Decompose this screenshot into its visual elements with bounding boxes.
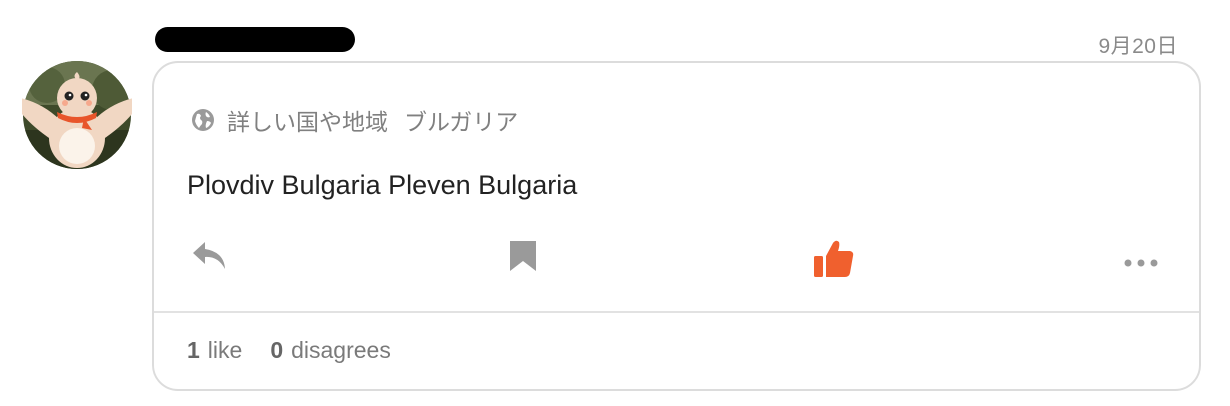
divider [154,311,1199,313]
username-redacted [155,27,355,52]
post-card: 詳しい国や地域 ブルガリア Plovdiv Bulgaria Pleven Bu… [152,61,1201,391]
disagree-stat[interactable]: 0 disagrees [270,337,391,364]
like-count: 1 [187,337,200,363]
like-label: like [207,337,243,363]
post-category: 詳しい国や地域 ブルガリア [191,103,518,137]
category-value[interactable]: ブルガリア [404,103,518,137]
avatar[interactable] [10,60,144,170]
post-date: 9月20日 [1098,35,1178,58]
bookmark-button[interactable] [508,239,538,278]
post-container: 9月20日 詳しい国や地域 ブルガリア Plovdiv Bulgaria Ple… [0,0,1230,406]
disagree-count: 0 [270,337,284,363]
more-icon [1124,259,1158,267]
globe-icon [192,109,214,131]
disagree-label: disagrees [291,337,391,363]
action-bar [154,239,1199,289]
bookmark-icon [510,241,536,271]
like-button[interactable] [812,239,856,284]
post-stats: 1 like 0 disagrees [187,337,391,364]
thumbs-up-icon [814,240,854,277]
more-button[interactable] [1123,255,1159,273]
category-label: 詳しい国や地域 [227,109,388,135]
like-stat[interactable]: 1 like [187,337,242,364]
reply-button[interactable] [191,239,229,278]
post-content: Plovdiv Bulgaria Pleven Bulgaria [187,170,578,200]
reply-icon [193,242,225,269]
